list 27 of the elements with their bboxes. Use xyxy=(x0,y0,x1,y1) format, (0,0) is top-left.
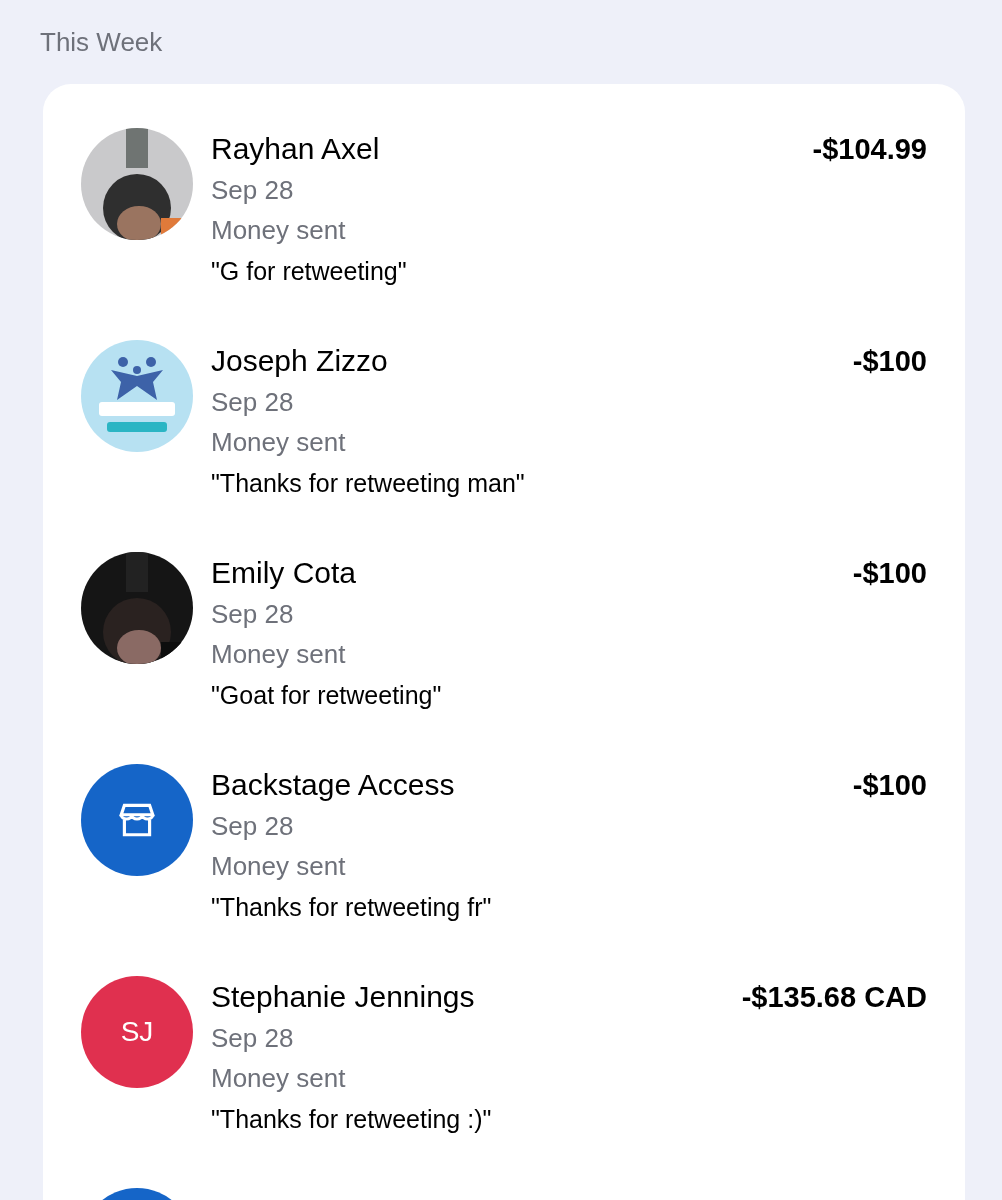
transaction-date: Sep 28 xyxy=(211,1022,294,1055)
transaction-memo: "Goat for retweeting" xyxy=(211,680,442,711)
contact-name: Stephanie Jennings xyxy=(211,979,475,1015)
amount: -$100 xyxy=(852,344,927,379)
transaction-status: Money sent xyxy=(211,426,346,459)
contact-name: Rayhan Axel xyxy=(211,131,380,167)
transaction-status: Money sent xyxy=(211,638,346,671)
amount: -$104.99 xyxy=(812,132,927,167)
transaction-memo: "Thanks for retweeting man" xyxy=(211,468,525,499)
contact-name: Joseph Zizzo xyxy=(211,343,388,379)
transaction-status: Money sent xyxy=(211,850,346,883)
contact-name: Backstage Access xyxy=(211,767,455,803)
amount: -$100 xyxy=(852,556,927,591)
initials-avatar: SJ xyxy=(81,976,193,1088)
transaction-memo: "Thanks for retweeting :)" xyxy=(211,1104,492,1135)
section-title: This Week xyxy=(40,26,163,59)
transaction-memo: "Thanks for retweeting fr" xyxy=(211,892,492,923)
transaction-date: Sep 28 xyxy=(211,386,294,419)
transaction-date: Sep 28 xyxy=(211,598,294,631)
transaction-date: Sep 28 xyxy=(211,810,294,843)
amount: -$100 xyxy=(852,768,927,803)
transaction-date: Sep 28 xyxy=(211,174,294,207)
amount: -$135.68 CAD xyxy=(741,980,927,1015)
transaction-status: Money sent xyxy=(211,1062,346,1095)
transaction-status: Money sent xyxy=(211,214,346,247)
contact-name: Emily Cota xyxy=(211,555,357,591)
transaction-memo: "G for retweeting" xyxy=(211,256,407,287)
